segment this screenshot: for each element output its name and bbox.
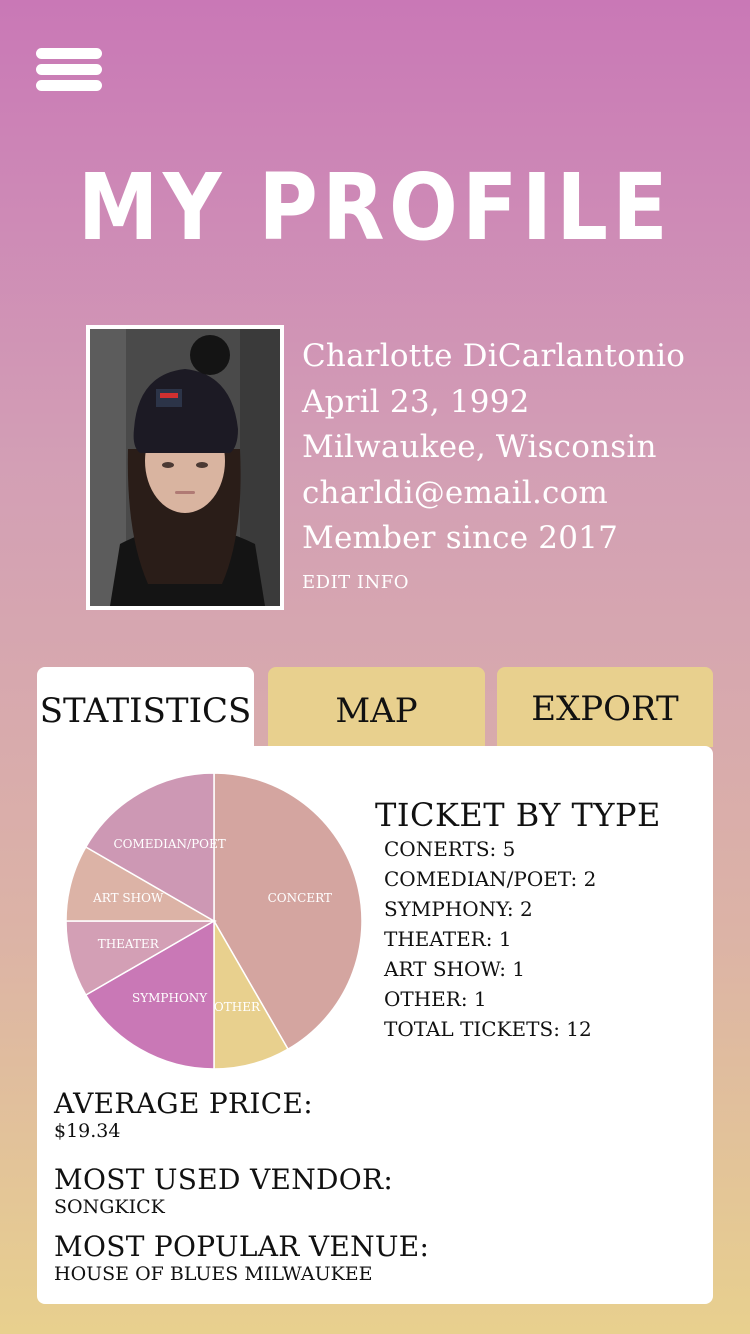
ticket-row-symphony: SYMPHONY: 2 xyxy=(384,897,533,921)
ticket-row-total: TOTAL TICKETS: 12 xyxy=(384,1017,592,1041)
profile-member-since: Member since 2017 xyxy=(302,520,618,556)
ticket-row-theater: THEATER: 1 xyxy=(384,927,512,951)
profile-name: Charlotte DiCarlantonio xyxy=(302,338,686,374)
profile-location: Milwaukee, Wisconsin xyxy=(302,429,657,465)
ticket-by-type: TICKET BY TYPE CONERTS: 5 COMEDIAN/POET:… xyxy=(375,796,661,1044)
vendor-stat: MOST USED VENDOR: SONGKICK xyxy=(54,1163,394,1219)
pie-label-art-show: ART SHOW xyxy=(92,891,164,905)
edit-info-link[interactable]: EDIT INFO xyxy=(302,572,685,593)
profile-info: Charlotte DiCarlantonio April 23, 1992 M… xyxy=(302,334,685,593)
venue-label: MOST POPULAR VENUE: xyxy=(54,1230,430,1263)
profile-email: charldi@email.com xyxy=(302,474,609,511)
pie-label-comedian-poet: COMEDIAN/POET xyxy=(113,837,225,851)
pie-label-theater: THEATER xyxy=(98,937,160,951)
vendor-value: SONGKICK xyxy=(54,1196,165,1218)
pie-label-other: OTHER xyxy=(214,1000,261,1014)
tab-map[interactable]: MAP xyxy=(268,667,485,747)
hamburger-menu-icon[interactable] xyxy=(36,48,102,92)
vendor-label: MOST USED VENDOR: xyxy=(54,1163,394,1196)
ticket-row-comedian: COMEDIAN/POET: 2 xyxy=(384,867,597,891)
ticket-by-type-title: TICKET BY TYPE xyxy=(375,796,661,834)
ticket-row-concerts: CONERTS: 5 xyxy=(384,837,516,861)
average-price-stat: AVERAGE PRICE: $19.34 xyxy=(54,1087,313,1143)
page-title: MY PROFILE xyxy=(77,154,673,261)
average-price-value: $19.34 xyxy=(54,1120,121,1142)
statistics-panel: CONCERT OTHER SYMPHONY THEATER ART SHOW COMED… xyxy=(37,746,713,1304)
profile-birthdate: April 23, 1992 xyxy=(302,383,530,420)
tab-statistics[interactable]: STATISTICS xyxy=(37,667,254,763)
profile-photo xyxy=(86,325,284,610)
tab-export[interactable]: EXPORT xyxy=(497,667,713,747)
ticket-type-pie-chart: CONCERT OTHER SYMPHONY THEATER ART SHOW COMED… xyxy=(65,772,363,1070)
venue-value: HOUSE OF BLUES MILWAUKEE xyxy=(54,1263,373,1285)
average-price-label: AVERAGE PRICE: xyxy=(54,1087,313,1120)
ticket-row-other: OTHER: 1 xyxy=(384,987,487,1011)
ticket-row-art-show: ART SHOW: 1 xyxy=(384,957,526,981)
venue-stat: MOST POPULAR VENUE: HOUSE OF BLUES MILWA… xyxy=(54,1230,430,1286)
pie-label-concert: CONCERT xyxy=(268,891,332,905)
pie-label-symphony: SYMPHONY xyxy=(132,991,208,1005)
